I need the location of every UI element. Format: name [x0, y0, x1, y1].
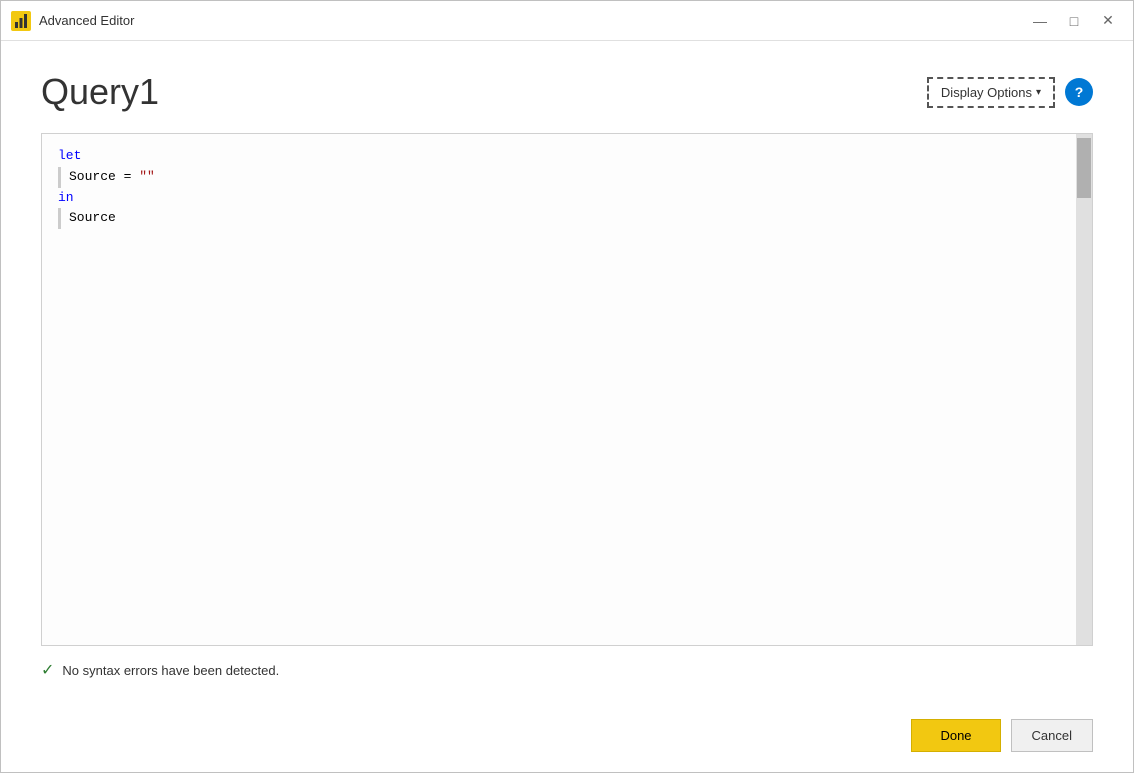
advanced-editor-window: Advanced Editor — □ ✕ Query1 Display Opt…	[0, 0, 1134, 773]
source-value: ""	[139, 169, 155, 184]
title-bar-left: Advanced Editor	[11, 11, 134, 31]
code-editor[interactable]: let Source = "" in Source	[42, 134, 1076, 645]
display-options-button[interactable]: Display Options ▾	[927, 77, 1055, 108]
display-options-label: Display Options	[941, 85, 1032, 100]
line-bar-1	[58, 167, 61, 188]
title-bar: Advanced Editor — □ ✕	[1, 1, 1133, 41]
query-title: Query1	[41, 71, 159, 113]
check-icon: ✓	[41, 660, 54, 680]
keyword-let: let	[58, 146, 81, 167]
title-text: Advanced Editor	[39, 13, 134, 28]
editor-scrollbar[interactable]	[1076, 134, 1092, 645]
help-button[interactable]: ?	[1065, 78, 1093, 106]
keyword-in: in	[58, 188, 74, 209]
chevron-down-icon: ▾	[1036, 87, 1041, 98]
title-bar-controls: — □ ✕	[1025, 11, 1123, 31]
code-line-2: Source = ""	[58, 167, 1060, 188]
source-ref: Source	[69, 208, 116, 229]
scrollbar-thumb	[1077, 138, 1091, 198]
code-line-1: let	[58, 146, 1060, 167]
status-bar: ✓ No syntax errors have been detected.	[41, 656, 1093, 684]
editor-container: let Source = "" in Source	[41, 133, 1093, 646]
source-keyword: Source =	[69, 169, 139, 184]
main-content: Query1 Display Options ▾ ? let Source = …	[1, 41, 1133, 704]
maximize-button[interactable]: □	[1059, 11, 1089, 31]
cancel-button[interactable]: Cancel	[1011, 719, 1093, 752]
power-bi-icon	[11, 11, 31, 31]
code-line-3: in	[58, 188, 1060, 209]
done-button[interactable]: Done	[911, 719, 1000, 752]
code-line-4: Source	[58, 208, 1060, 229]
footer: Done Cancel	[1, 704, 1133, 772]
header-controls: Display Options ▾ ?	[927, 77, 1093, 108]
source-assign: Source = ""	[69, 167, 155, 188]
minimize-button[interactable]: —	[1025, 11, 1055, 31]
header-row: Query1 Display Options ▾ ?	[41, 71, 1093, 113]
close-button[interactable]: ✕	[1093, 11, 1123, 31]
line-bar-2	[58, 208, 61, 229]
status-message: No syntax errors have been detected.	[62, 663, 279, 678]
